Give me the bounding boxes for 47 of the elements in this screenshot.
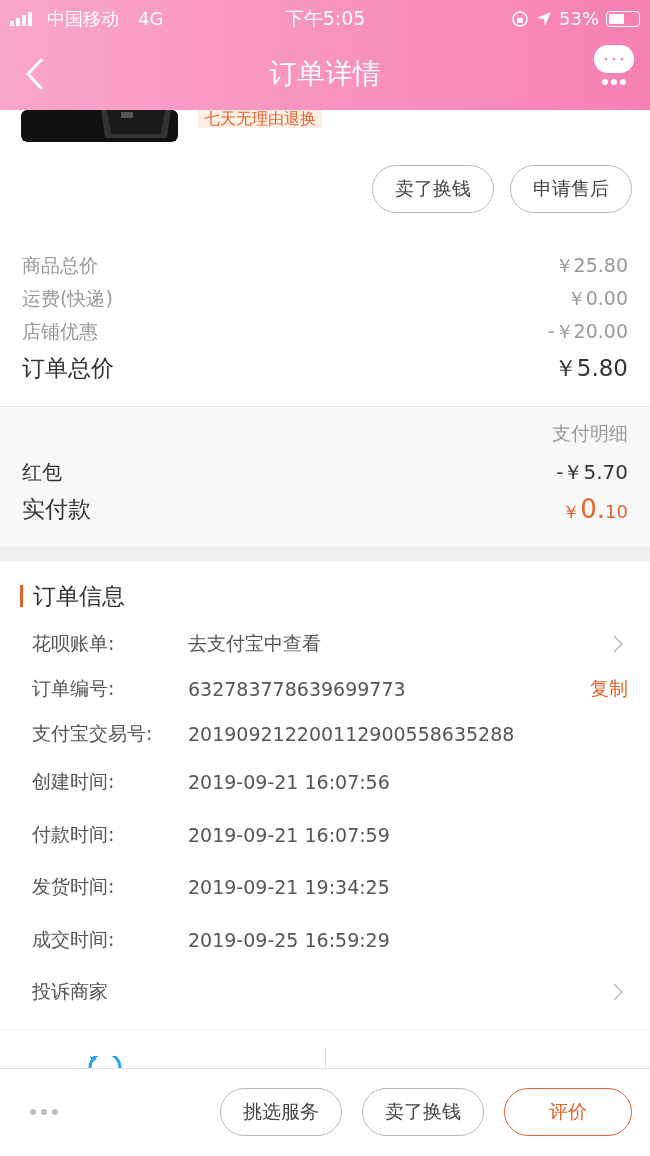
chevron-right-icon[interactable]	[612, 982, 624, 1003]
carrier-name: 中国移动	[47, 6, 119, 31]
action-button[interactable]: 挑选服务	[220, 1088, 342, 1137]
info-value: 2019-09-25 16:59:29	[188, 928, 391, 951]
price-label: 商品总价	[22, 252, 98, 278]
price-label: 订单总价	[22, 353, 114, 383]
info-label: 花呗账单:	[32, 630, 116, 656]
back-icon[interactable]	[25, 56, 45, 91]
discount-value: -￥5.70	[556, 458, 628, 486]
outline-button[interactable]: 申请售后	[510, 165, 632, 213]
return-policy-tag: 七天无理由退换	[198, 110, 322, 128]
more-dots-icon[interactable]	[29, 1108, 59, 1117]
action-button[interactable]: 卖了换钱	[362, 1088, 484, 1137]
discount-label: 红包	[22, 458, 62, 486]
battery-percent: 53%	[559, 8, 599, 29]
price-value: -￥20.00	[547, 318, 628, 344]
price-label: 运费(快递)	[22, 285, 113, 311]
info-label: 发货时间:	[32, 874, 116, 900]
info-label: 付款时间:	[32, 821, 116, 847]
info-label: 投诉商家	[32, 979, 109, 1005]
info-label: 创建时间:	[32, 769, 116, 795]
price-value: ￥5.80	[553, 353, 628, 383]
outline-button[interactable]: 卖了换钱	[372, 165, 494, 213]
battery-icon	[606, 10, 640, 27]
location-arrow-icon	[536, 10, 552, 27]
info-value: 201909212200112900558635288	[188, 722, 516, 745]
clock-time: 下午5:05	[284, 5, 366, 31]
section-title: 订单信息	[33, 581, 125, 611]
chat-icon[interactable]	[88, 1055, 122, 1068]
info-label: 订单编号:	[32, 675, 116, 701]
price-label: 店铺优惠	[22, 318, 98, 344]
info-value: 2019-09-21 16:07:56	[188, 771, 391, 794]
network-type: 4G	[138, 8, 164, 29]
info-value: 632783778639699773	[188, 677, 407, 700]
chevron-right-icon[interactable]	[612, 633, 624, 654]
info-label: 成交时间:	[32, 926, 116, 952]
price-value: ￥0.00	[566, 285, 628, 311]
info-value: 2019-09-21 16:07:59	[188, 823, 391, 846]
info-value: 2019-09-21 19:34:25	[188, 876, 391, 899]
action-button[interactable]: 评价	[504, 1088, 632, 1137]
price-value: ￥25.80	[554, 252, 628, 278]
info-value[interactable]: 去支付宝中查看	[188, 630, 612, 657]
rotation-lock-icon	[511, 9, 529, 28]
info-label: 支付宝交易号:	[32, 720, 154, 746]
page-title: 订单详情	[269, 55, 381, 92]
paid-label: 实付款	[22, 494, 91, 524]
paid-amount: ￥0.10	[562, 494, 628, 524]
